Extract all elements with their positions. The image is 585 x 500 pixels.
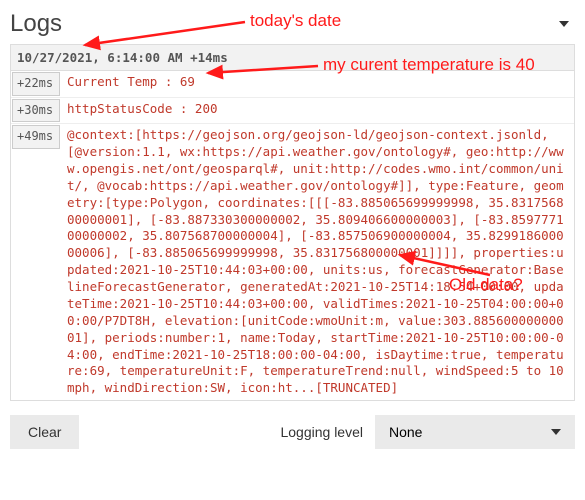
logging-level-select[interactable]: None — [375, 415, 575, 449]
log-row: +49ms @context:[https://geojson.org/geoj… — [11, 124, 574, 400]
logging-level-label: Logging level — [280, 424, 363, 440]
log-message: httpStatusCode : 200 — [61, 98, 574, 124]
clear-button[interactable]: Clear — [10, 415, 79, 449]
page-title: Logs — [10, 10, 62, 38]
logging-level-value: None — [389, 424, 422, 440]
log-container: 10/27/2021, 6:14:00 AM +14ms +22ms Curre… — [10, 44, 575, 401]
log-row: +22ms Current Temp : 69 — [11, 71, 574, 98]
collapse-caret-icon[interactable] — [559, 21, 569, 27]
logs-header: Logs — [10, 10, 575, 38]
log-timestamp-row[interactable]: 10/27/2021, 6:14:00 AM +14ms — [11, 45, 574, 71]
log-offset-badge[interactable]: +49ms — [12, 125, 60, 149]
log-offset-badge[interactable]: +22ms — [12, 72, 60, 96]
log-message: Current Temp : 69 — [61, 71, 574, 97]
footer: Clear Logging level None — [10, 415, 575, 449]
chevron-down-icon — [551, 429, 561, 435]
log-message: @context:[https://geojson.org/geojson-ld… — [61, 124, 574, 400]
log-offset-badge[interactable]: +30ms — [12, 99, 60, 123]
log-row: +30ms httpStatusCode : 200 — [11, 98, 574, 125]
